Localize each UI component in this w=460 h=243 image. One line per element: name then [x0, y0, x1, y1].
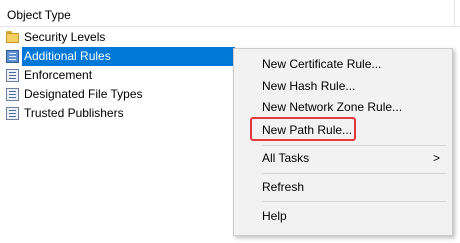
- menu-separator: [262, 201, 446, 202]
- column-divider[interactable]: [454, 0, 455, 27]
- menu-item-new-certificate-rule[interactable]: New Certificate Rule...: [234, 53, 452, 75]
- document-icon: [6, 88, 19, 101]
- folder-icon: [6, 31, 19, 44]
- rules-document-icon: [6, 50, 19, 63]
- tree-item-label: Designated File Types: [24, 87, 143, 101]
- highlight-annotation-box: [250, 117, 356, 141]
- tree-item-label: Additional Rules: [22, 47, 235, 66]
- tree-item-label: Trusted Publishers: [24, 106, 124, 120]
- column-header-label: Object Type: [7, 8, 71, 22]
- tree-item-label: Security Levels: [24, 30, 106, 44]
- menu-item-label: All Tasks: [262, 151, 310, 165]
- menu-item-help[interactable]: Help: [234, 205, 452, 227]
- menu-item-new-hash-rule[interactable]: New Hash Rule...: [234, 75, 452, 97]
- menu-item-label: New Network Zone Rule...: [262, 100, 403, 114]
- submenu-arrow-icon: >: [432, 151, 440, 165]
- document-icon: [6, 69, 19, 82]
- menu-separator: [262, 173, 446, 174]
- menu-item-label: New Certificate Rule...: [262, 57, 382, 71]
- context-menu: New Certificate Rule... New Hash Rule...…: [233, 48, 453, 236]
- column-header[interactable]: Object Type: [0, 0, 460, 27]
- document-icon: [6, 107, 19, 120]
- menu-item-label: New Hash Rule...: [262, 79, 356, 93]
- tree-item-label: Enforcement: [24, 68, 93, 82]
- menu-item-label: Refresh: [262, 180, 305, 194]
- menu-item-label: Help: [262, 209, 287, 223]
- menu-separator: [262, 145, 446, 146]
- menu-item-all-tasks[interactable]: All Tasks >: [234, 147, 452, 169]
- menu-item-new-network-zone-rule[interactable]: New Network Zone Rule...: [234, 96, 452, 118]
- menu-item-refresh[interactable]: Refresh: [234, 176, 452, 198]
